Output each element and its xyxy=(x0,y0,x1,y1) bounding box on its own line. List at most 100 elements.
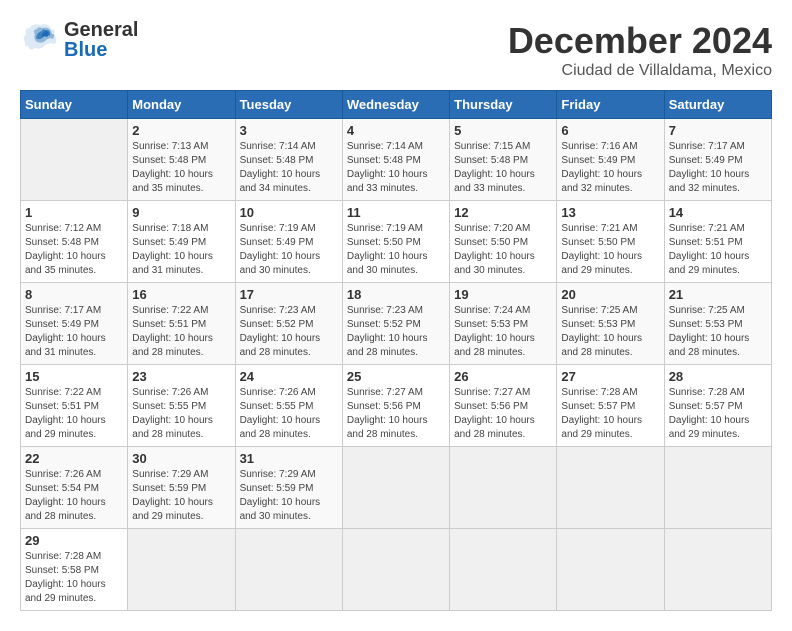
day-info: Sunrise: 7:27 AM Sunset: 5:56 PM Dayligh… xyxy=(454,386,552,442)
calendar-cell xyxy=(664,447,771,529)
logo-name: General Blue xyxy=(64,20,138,60)
day-info: Sunrise: 7:27 AM Sunset: 5:56 PM Dayligh… xyxy=(347,386,445,442)
day-info: Sunrise: 7:28 AM Sunset: 5:57 PM Dayligh… xyxy=(561,386,659,442)
day-number: 25 xyxy=(347,369,445,384)
day-info: Sunrise: 7:16 AM Sunset: 5:49 PM Dayligh… xyxy=(561,140,659,196)
day-number: 4 xyxy=(347,123,445,138)
day-info: Sunrise: 7:23 AM Sunset: 5:52 PM Dayligh… xyxy=(240,304,338,360)
day-info: Sunrise: 7:21 AM Sunset: 5:51 PM Dayligh… xyxy=(669,222,767,278)
calendar-week-row: 15Sunrise: 7:22 AM Sunset: 5:51 PM Dayli… xyxy=(21,365,772,447)
calendar-cell xyxy=(557,529,664,611)
day-info: Sunrise: 7:29 AM Sunset: 5:59 PM Dayligh… xyxy=(132,468,230,524)
calendar-week-row: 8 Sunrise: 7:17 AM Sunset: 5:49 PM Daylig… xyxy=(21,283,772,365)
calendar-table: Sunday Monday Tuesday Wednesday Thursday… xyxy=(20,90,772,611)
day-number: 30 xyxy=(132,451,230,466)
day-number: 12 xyxy=(454,205,552,220)
day-number: 16 xyxy=(132,287,230,302)
calendar-cell: 16 Sunrise: 7:22 AM Sunset: 5:51 PM Dayli… xyxy=(128,283,235,365)
day-info: Sunrise: 7:25 AM Sunset: 5:53 PM Dayligh… xyxy=(561,304,659,360)
main-title: December 2024 xyxy=(508,20,772,62)
day-info: Sunrise: 7:25 AM Sunset: 5:53 PM Dayligh… xyxy=(669,304,767,360)
day-number: 13 xyxy=(561,205,659,220)
day-info: Sunrise: 7:26 AM Sunset: 5:55 PM Dayligh… xyxy=(240,386,338,442)
day-info: Sunrise: 7:17 AM Sunset: 5:49 PM Dayligh… xyxy=(669,140,767,196)
calendar-cell: 2 Sunrise: 7:13 AM Sunset: 5:48 PM Daylig… xyxy=(128,119,235,201)
day-info: Sunrise: 7:18 AM Sunset: 5:49 PM Dayligh… xyxy=(132,222,230,278)
col-monday: Monday xyxy=(128,91,235,119)
day-info: Sunrise: 7:12 AM Sunset: 5:48 PM Dayligh… xyxy=(25,222,123,278)
calendar-cell: 31Sunrise: 7:29 AM Sunset: 5:59 PM Dayli… xyxy=(235,447,342,529)
day-number: 31 xyxy=(240,451,338,466)
day-number: 8 xyxy=(25,287,123,302)
calendar-cell: 20 Sunrise: 7:25 AM Sunset: 5:53 PM Dayli… xyxy=(557,283,664,365)
calendar-cell xyxy=(21,119,128,201)
day-info: Sunrise: 7:14 AM Sunset: 5:48 PM Dayligh… xyxy=(347,140,445,196)
logo-icon xyxy=(20,20,60,60)
calendar-cell: 9 Sunrise: 7:18 AM Sunset: 5:49 PM Daylig… xyxy=(128,201,235,283)
calendar-cell: 30 Sunrise: 7:29 AM Sunset: 5:59 PM Dayli… xyxy=(128,447,235,529)
calendar-cell: 6 Sunrise: 7:16 AM Sunset: 5:49 PM Daylig… xyxy=(557,119,664,201)
day-number: 27 xyxy=(561,369,659,384)
day-info: Sunrise: 7:17 AM Sunset: 5:49 PM Dayligh… xyxy=(25,304,123,360)
day-info: Sunrise: 7:24 AM Sunset: 5:53 PM Dayligh… xyxy=(454,304,552,360)
col-friday: Friday xyxy=(557,91,664,119)
calendar-cell: 7 Sunrise: 7:17 AM Sunset: 5:49 PM Daylig… xyxy=(664,119,771,201)
day-info: Sunrise: 7:28 AM Sunset: 5:58 PM Dayligh… xyxy=(25,550,123,606)
col-saturday: Saturday xyxy=(664,91,771,119)
calendar-cell: 11Sunrise: 7:19 AM Sunset: 5:50 PM Dayli… xyxy=(342,201,449,283)
calendar-cell: 1Sunrise: 7:12 AM Sunset: 5:48 PM Daylig… xyxy=(21,201,128,283)
calendar-cell: 24 Sunrise: 7:26 AM Sunset: 5:55 PM Dayli… xyxy=(235,365,342,447)
calendar-cell: 18 Sunrise: 7:23 AM Sunset: 5:52 PM Dayli… xyxy=(342,283,449,365)
calendar-cell xyxy=(450,447,557,529)
day-number: 9 xyxy=(132,205,230,220)
calendar-cell: 4 Sunrise: 7:14 AM Sunset: 5:48 PM Daylig… xyxy=(342,119,449,201)
day-number: 3 xyxy=(240,123,338,138)
day-info: Sunrise: 7:22 AM Sunset: 5:51 PM Dayligh… xyxy=(25,386,123,442)
day-number: 7 xyxy=(669,123,767,138)
col-tuesday: Tuesday xyxy=(235,91,342,119)
calendar-cell: 17 Sunrise: 7:23 AM Sunset: 5:52 PM Dayli… xyxy=(235,283,342,365)
calendar-header-row: Sunday Monday Tuesday Wednesday Thursday… xyxy=(21,91,772,119)
day-info: Sunrise: 7:28 AM Sunset: 5:57 PM Dayligh… xyxy=(669,386,767,442)
day-number: 20 xyxy=(561,287,659,302)
day-number: 26 xyxy=(454,369,552,384)
calendar-cell: 19 Sunrise: 7:24 AM Sunset: 5:53 PM Dayli… xyxy=(450,283,557,365)
day-number: 6 xyxy=(561,123,659,138)
calendar-body: 2 Sunrise: 7:13 AM Sunset: 5:48 PM Daylig… xyxy=(21,119,772,611)
calendar-week-row: 2 Sunrise: 7:13 AM Sunset: 5:48 PM Daylig… xyxy=(21,119,772,201)
calendar-cell xyxy=(342,447,449,529)
day-info: Sunrise: 7:20 AM Sunset: 5:50 PM Dayligh… xyxy=(454,222,552,278)
calendar-cell: 13Sunrise: 7:21 AM Sunset: 5:50 PM Dayli… xyxy=(557,201,664,283)
calendar-cell: 8 Sunrise: 7:17 AM Sunset: 5:49 PM Daylig… xyxy=(21,283,128,365)
title-section: December 2024 Ciudad de Villaldama, Mexi… xyxy=(508,20,772,80)
calendar-cell xyxy=(664,529,771,611)
day-number: 24 xyxy=(240,369,338,384)
day-number: 14 xyxy=(669,205,767,220)
col-wednesday: Wednesday xyxy=(342,91,449,119)
day-number: 18 xyxy=(347,287,445,302)
calendar-week-row: 29 Sunrise: 7:28 AM Sunset: 5:58 PM Dayli… xyxy=(21,529,772,611)
calendar-cell: 28Sunrise: 7:28 AM Sunset: 5:57 PM Dayli… xyxy=(664,365,771,447)
calendar-cell: 29 Sunrise: 7:28 AM Sunset: 5:58 PM Dayli… xyxy=(21,529,128,611)
calendar-cell: 5Sunrise: 7:15 AM Sunset: 5:48 PM Daylig… xyxy=(450,119,557,201)
day-info: Sunrise: 7:22 AM Sunset: 5:51 PM Dayligh… xyxy=(132,304,230,360)
day-number: 10 xyxy=(240,205,338,220)
day-number: 21 xyxy=(669,287,767,302)
col-thursday: Thursday xyxy=(450,91,557,119)
logo: General Blue xyxy=(20,20,138,60)
day-info: Sunrise: 7:19 AM Sunset: 5:50 PM Dayligh… xyxy=(347,222,445,278)
calendar-cell: 14 Sunrise: 7:21 AM Sunset: 5:51 PM Dayli… xyxy=(664,201,771,283)
day-number: 29 xyxy=(25,533,123,548)
day-info: Sunrise: 7:13 AM Sunset: 5:48 PM Dayligh… xyxy=(132,140,230,196)
day-info: Sunrise: 7:23 AM Sunset: 5:52 PM Dayligh… xyxy=(347,304,445,360)
day-number: 19 xyxy=(454,287,552,302)
day-number: 22 xyxy=(25,451,123,466)
calendar-cell xyxy=(342,529,449,611)
day-info: Sunrise: 7:26 AM Sunset: 5:55 PM Dayligh… xyxy=(132,386,230,442)
calendar-cell: 3Sunrise: 7:14 AM Sunset: 5:48 PM Daylig… xyxy=(235,119,342,201)
subtitle: Ciudad de Villaldama, Mexico xyxy=(508,62,772,80)
calendar-cell xyxy=(128,529,235,611)
day-number: 17 xyxy=(240,287,338,302)
calendar-cell: 12 Sunrise: 7:20 AM Sunset: 5:50 PM Dayli… xyxy=(450,201,557,283)
day-number: 2 xyxy=(132,123,230,138)
